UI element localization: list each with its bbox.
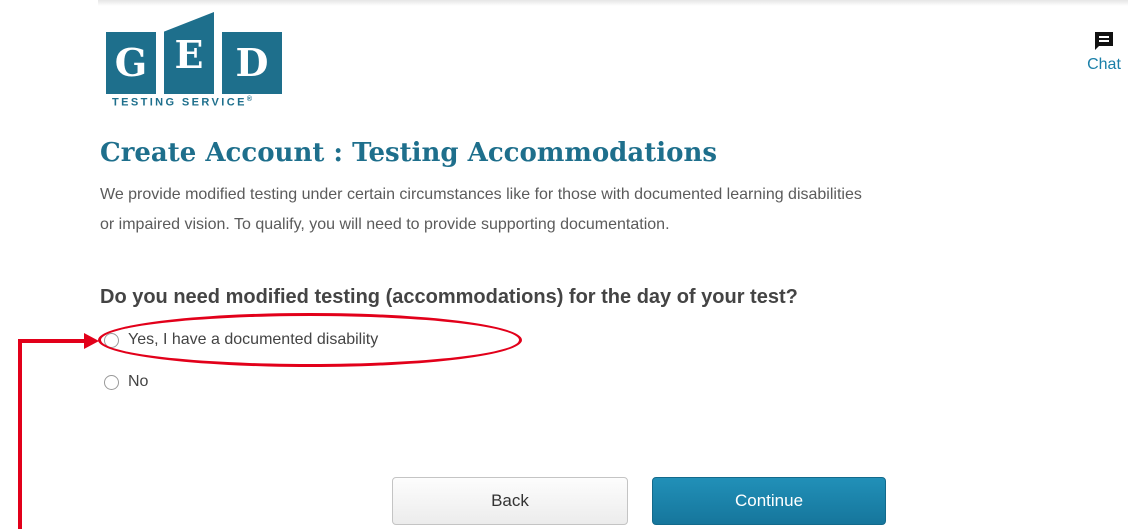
continue-button[interactable]: Continue [652, 477, 886, 525]
page: G E D TESTING SERVICE® Chat Create Accou… [0, 0, 1128, 529]
back-button[interactable]: Back [392, 477, 628, 525]
annotation-arrow [18, 333, 99, 529]
